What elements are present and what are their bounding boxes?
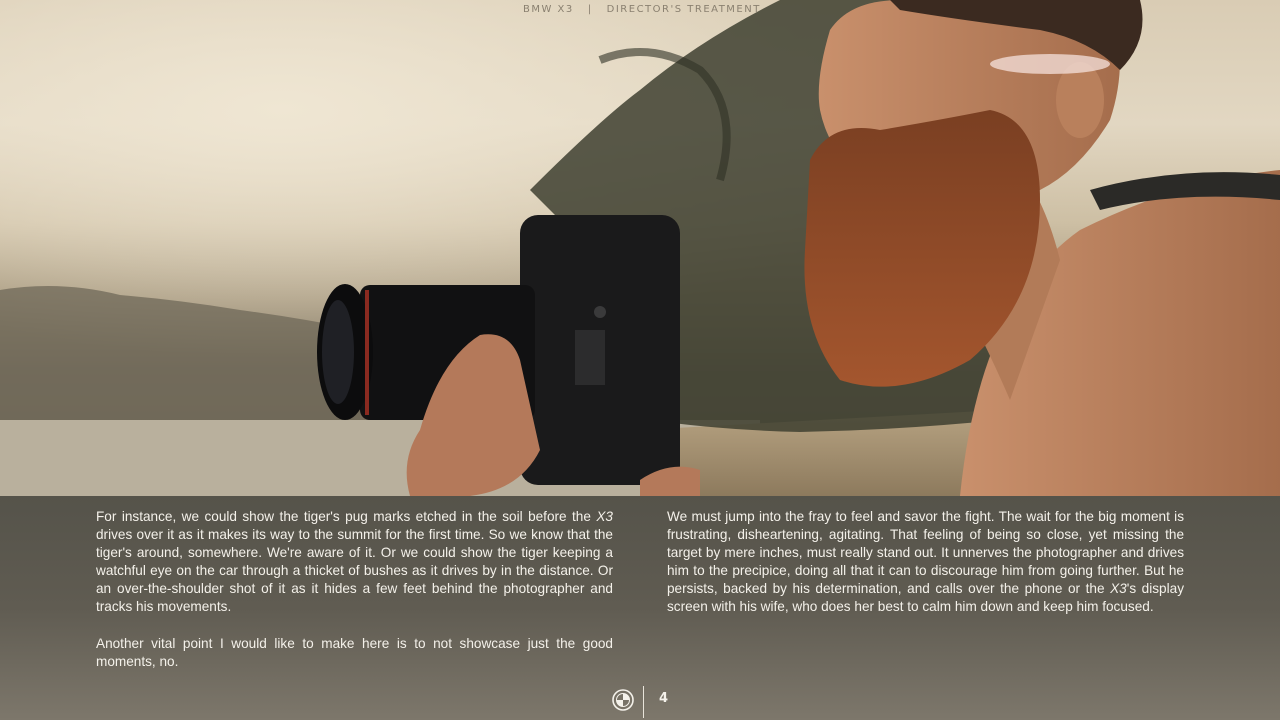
footer-divider [643, 686, 644, 718]
left-paragraph-2: Another vital point I would like to make… [96, 635, 613, 669]
left-column: For instance, we could show the tiger's … [96, 508, 613, 689]
running-head: BMW X3 | DIRECTOR'S TREATMENT [523, 4, 761, 15]
bmw-logo-icon [612, 689, 634, 711]
hero-photo [0, 0, 1280, 496]
right-paragraph-1: We must jump into the fray to feel and s… [667, 509, 1184, 615]
brand-name: BMW X3 [523, 4, 574, 15]
photo-illustration [0, 0, 1280, 496]
model-name: X3 [1110, 581, 1127, 597]
left-paragraph-1: For instance, we could show the tiger's … [96, 509, 613, 615]
section-title: DIRECTOR'S TREATMENT [606, 4, 761, 15]
header-separator: | [587, 4, 593, 15]
model-name: X3 [596, 509, 613, 524]
page-number: 4 [659, 691, 669, 706]
right-column: We must jump into the fray to feel and s… [667, 508, 1184, 635]
text-area: For instance, we could show the tiger's … [0, 496, 1280, 720]
